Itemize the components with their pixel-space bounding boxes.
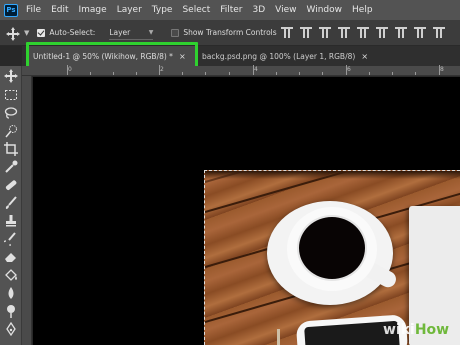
watermark-wiki: wiki (383, 322, 415, 338)
auto-select-checkbox[interactable] (37, 28, 46, 37)
menu-view[interactable]: View (275, 5, 296, 15)
menu-bar: Ps File Edit Image Layer Type Select Fil… (0, 0, 460, 20)
watermark-how: How (414, 322, 450, 338)
align-bottom-icon[interactable] (318, 26, 332, 40)
auto-select-target-dropdown[interactable]: Layer ▼ (109, 26, 154, 40)
lasso-tool-icon[interactable] (4, 106, 18, 120)
crop-tool-icon[interactable] (4, 142, 18, 156)
marquee-tool-icon[interactable] (4, 88, 18, 102)
photoshop-window: Ps File Edit Image Layer Type Select Fil… (0, 0, 460, 345)
quick-selection-tool-icon[interactable] (4, 124, 18, 138)
history-brush-tool-icon[interactable] (4, 232, 18, 246)
ruler-number: 8 (440, 66, 444, 73)
align-right-icon[interactable] (375, 26, 389, 40)
move-tool-preset-icon[interactable] (6, 26, 20, 41)
close-icon[interactable]: × (361, 52, 368, 61)
ruler-number: 4 (254, 66, 258, 73)
menu-window[interactable]: Window (307, 5, 343, 15)
distribute-bottom-icon[interactable] (432, 26, 446, 40)
auto-select-label: Auto-Select: (49, 28, 96, 37)
photoshop-logo-icon: Ps (4, 3, 18, 17)
close-icon[interactable]: × (179, 52, 186, 61)
dodge-tool-icon[interactable] (4, 304, 18, 318)
menu-file[interactable]: File (26, 5, 41, 15)
wikihow-watermark: wiki How (383, 322, 449, 338)
eraser-tool-icon[interactable] (4, 250, 18, 264)
coffee-image (297, 215, 367, 281)
options-bar: ▼ Auto-Select: Layer ▼ Show Transform Co… (0, 20, 460, 46)
healing-brush-tool-icon[interactable] (4, 178, 18, 192)
align-vertical-center-icon[interactable] (299, 26, 313, 40)
tab-label: Untitled-1 @ 50% (Wikihow, RGB/8) * (33, 51, 173, 61)
brush-tool-icon[interactable] (4, 196, 18, 210)
horizontal-ruler: 0 2 4 6 8 (22, 65, 460, 76)
menu-image[interactable]: Image (79, 5, 107, 15)
align-left-icon[interactable] (337, 26, 351, 40)
pen-tool-icon[interactable] (4, 322, 18, 336)
menu-edit[interactable]: Edit (51, 5, 68, 15)
chevron-down-icon[interactable]: ▼ (24, 29, 29, 37)
align-horizontal-center-icon[interactable] (356, 26, 370, 40)
menu-help[interactable]: Help (352, 5, 373, 15)
vertical-ruler (22, 76, 32, 345)
tab-untitled-1[interactable]: Untitled-1 @ 50% (Wikihow, RGB/8) * × (27, 46, 197, 66)
document-tabs: Untitled-1 @ 50% (Wikihow, RGB/8) * × ba… (22, 46, 460, 66)
clone-stamp-tool-icon[interactable] (4, 214, 18, 228)
align-top-icon[interactable] (280, 26, 294, 40)
tab-label: backg.psd.png @ 100% (Layer 1, RGB/8) (202, 51, 356, 61)
menu-layer[interactable]: Layer (117, 5, 142, 15)
document-canvas[interactable] (33, 77, 460, 345)
eyedropper-tool-icon[interactable] (4, 160, 18, 174)
chevron-down-icon: ▼ (148, 28, 154, 36)
distribute-vertical-center-icon[interactable] (413, 26, 427, 40)
show-transform-option: Show Transform Controls (171, 28, 277, 37)
show-transform-checkbox[interactable] (171, 28, 180, 37)
distribute-top-icon[interactable] (394, 26, 408, 40)
ruler-number: 0 (68, 66, 72, 73)
blur-tool-icon[interactable] (4, 286, 18, 300)
show-transform-label: Show Transform Controls (183, 28, 277, 37)
tab-backg-psd[interactable]: backg.psd.png @ 100% (Layer 1, RGB/8) × (200, 46, 370, 66)
menu-filter[interactable]: Filter (220, 5, 242, 15)
pencil-image (277, 329, 280, 345)
menu-select[interactable]: Select (182, 5, 210, 15)
auto-select-target-value: Layer (109, 27, 131, 37)
menu-3d[interactable]: 3D (253, 5, 266, 15)
coffee-photo-layer[interactable] (204, 170, 460, 345)
align-buttons (280, 26, 451, 40)
tools-panel (0, 66, 22, 345)
ruler-number: 2 (160, 66, 164, 73)
ruler-number: 6 (347, 66, 351, 73)
paint-bucket-tool-icon[interactable] (4, 268, 18, 282)
move-tool-icon[interactable] (4, 69, 18, 83)
menu-type[interactable]: Type (152, 5, 173, 15)
